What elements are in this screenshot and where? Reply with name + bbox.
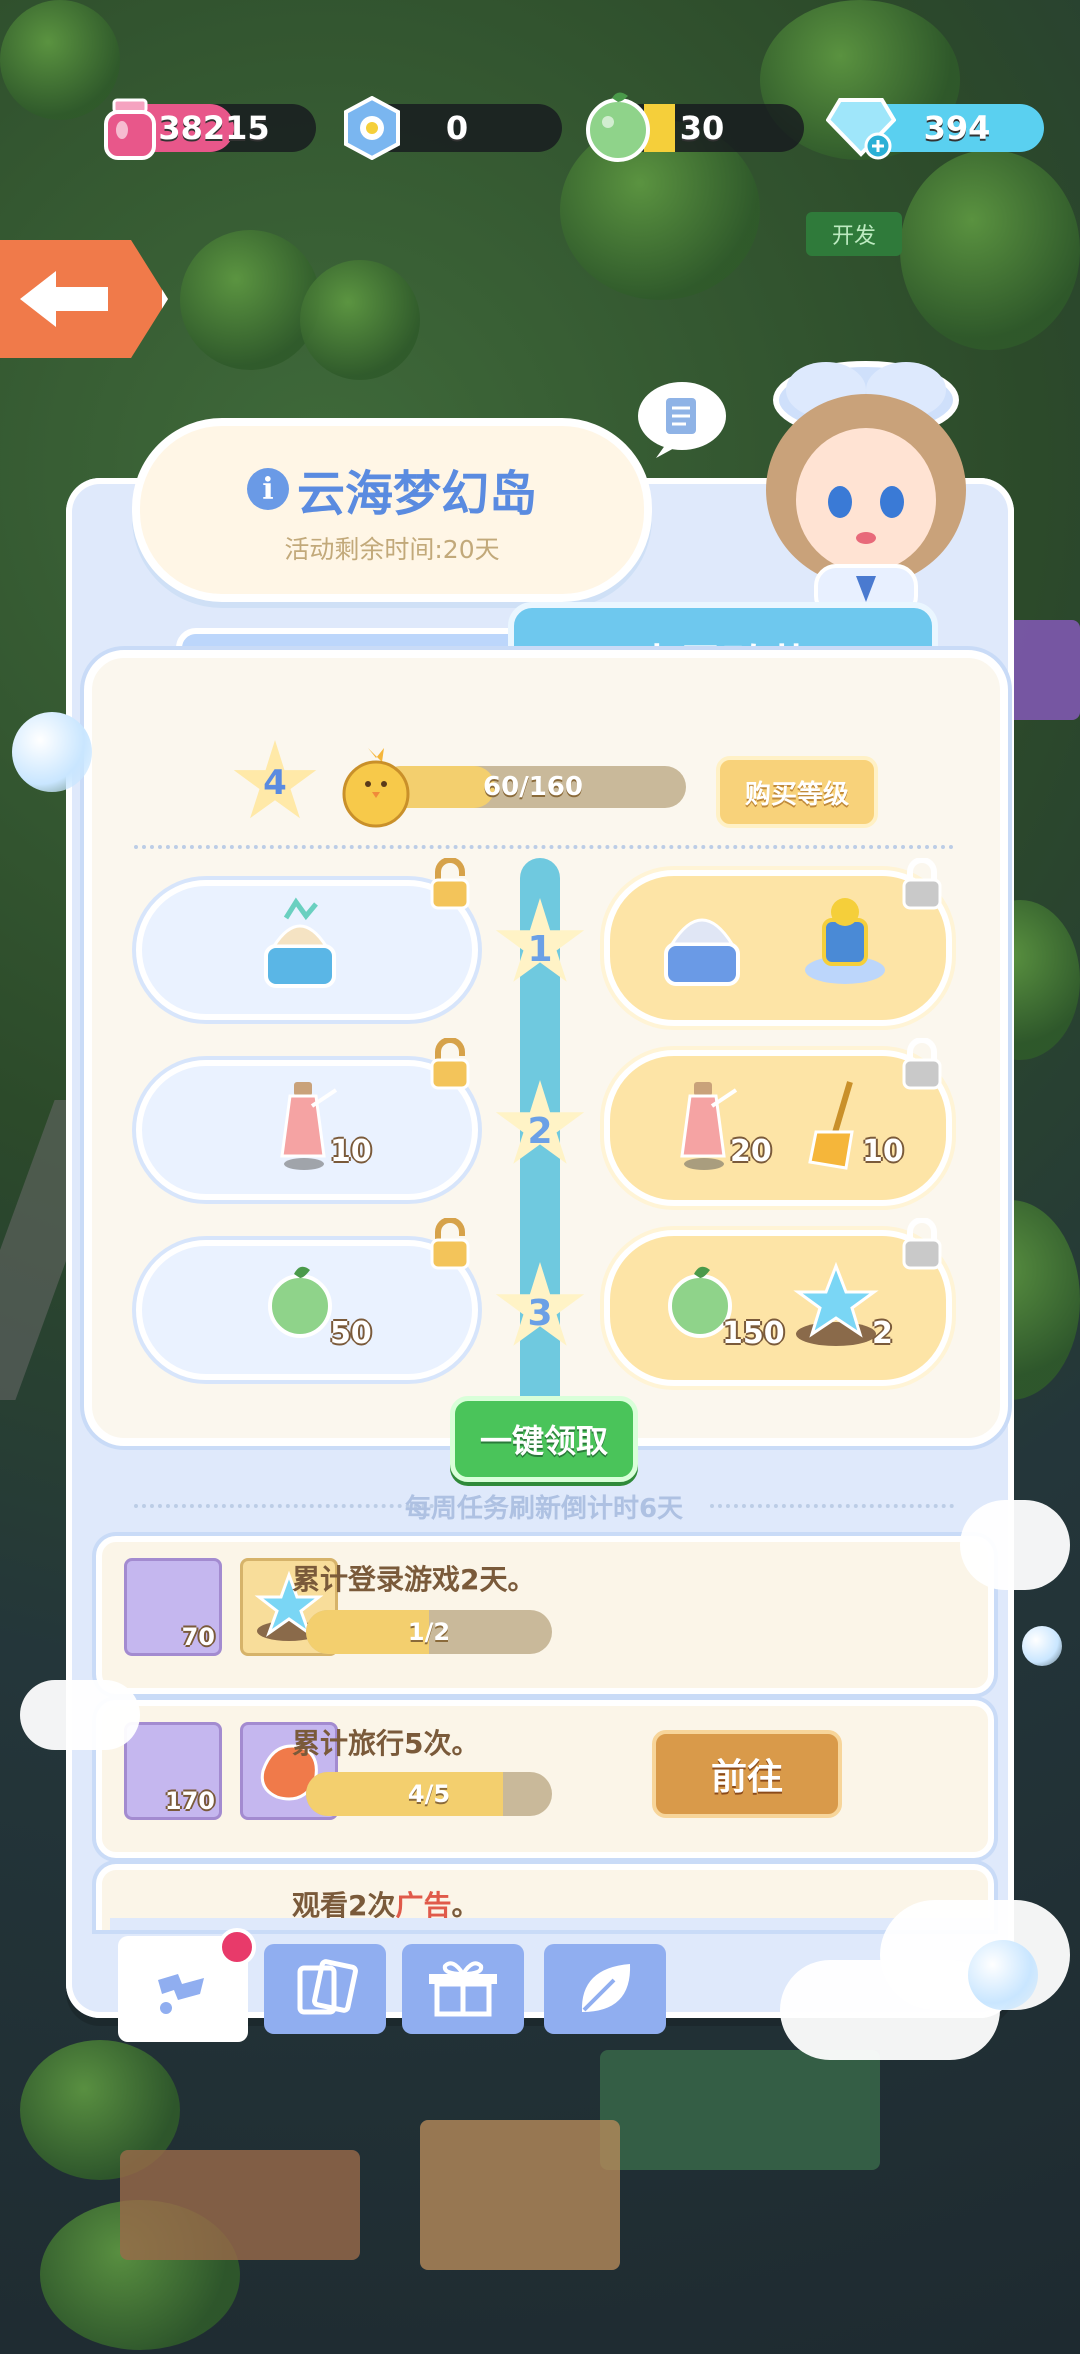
event-time-left: 活动剩余时间:20天 <box>284 535 500 564</box>
reward-quantity: 10 <box>330 1134 372 1169</box>
reward-quantity: 50 <box>330 1316 372 1351</box>
task-progress-text: 4/5 <box>407 1780 451 1808</box>
event-title: 云海梦幻岛 <box>296 466 537 522</box>
event-title-cloud: i 云海梦幻岛 活动剩余时间:20天 <box>132 418 652 602</box>
pass-icon <box>158 1974 204 2014</box>
book-speech-icon[interactable] <box>636 380 728 460</box>
seed-fruit-icon <box>582 88 654 164</box>
cards-icon <box>297 1959 358 2015</box>
level-progress-text: 60/160 <box>483 772 583 802</box>
lock-icon <box>428 1217 472 1270</box>
mecha-icon <box>800 890 890 990</box>
task-title: 累计登录游戏2天。 <box>292 1563 536 1596</box>
tab-cards[interactable] <box>264 1944 386 2034</box>
potion-jar-icon <box>100 96 160 162</box>
lock-closed-icon <box>900 1217 944 1270</box>
bubble-decoration <box>1022 1626 1062 1666</box>
cloud-decoration <box>960 1500 1070 1590</box>
chick-xp-reward: 170 <box>124 1722 222 1820</box>
tab-gifts[interactable] <box>402 1944 524 2034</box>
premium-cake-icon <box>656 890 748 990</box>
arrow-left-icon <box>20 271 108 327</box>
reward-quantity: 10 <box>862 1134 904 1169</box>
notification-dot <box>218 1928 256 1966</box>
reward-quantity: 2 <box>872 1316 893 1351</box>
chick-xp-reward: 70 <box>124 1558 222 1656</box>
divider <box>134 845 954 849</box>
dev-tag: 开发 <box>806 212 902 256</box>
lock-icon <box>428 1037 472 1090</box>
info-icon[interactable]: i <box>246 468 289 510</box>
lock-icon <box>428 857 472 910</box>
task-progress-text: 1/2 <box>407 1618 451 1646</box>
cloud-decoration <box>20 1680 140 1750</box>
go-button[interactable]: 前往 <box>652 1730 842 1818</box>
lock-closed-icon <box>900 857 944 910</box>
claim-all-button[interactable]: 一键领取 <box>450 1396 638 1482</box>
reward-quantity: 150 <box>722 1316 785 1351</box>
task-title: 累计旅行5次。 <box>292 1727 480 1760</box>
buy-level-button[interactable]: 购买等级 <box>716 756 878 828</box>
cake-icon <box>256 896 344 992</box>
lock-closed-icon <box>900 1037 944 1090</box>
mascot-character <box>716 340 1036 620</box>
tab-nature[interactable] <box>544 1944 666 2034</box>
leaf-icon <box>581 1964 631 2012</box>
diamond-icon <box>825 90 897 160</box>
weekly-refresh-text: 每周任务刷新倒计时6天 <box>404 1494 684 1524</box>
broom-icon <box>800 1076 870 1172</box>
seed-icon <box>262 1262 338 1342</box>
bubble-decoration <box>12 712 92 792</box>
gift-icon <box>429 1961 497 2017</box>
flower-token-icon <box>340 95 404 161</box>
bubble-decoration <box>968 1940 1038 2010</box>
reward-quantity: 20 <box>730 1134 772 1169</box>
star-icon <box>790 1261 880 1348</box>
